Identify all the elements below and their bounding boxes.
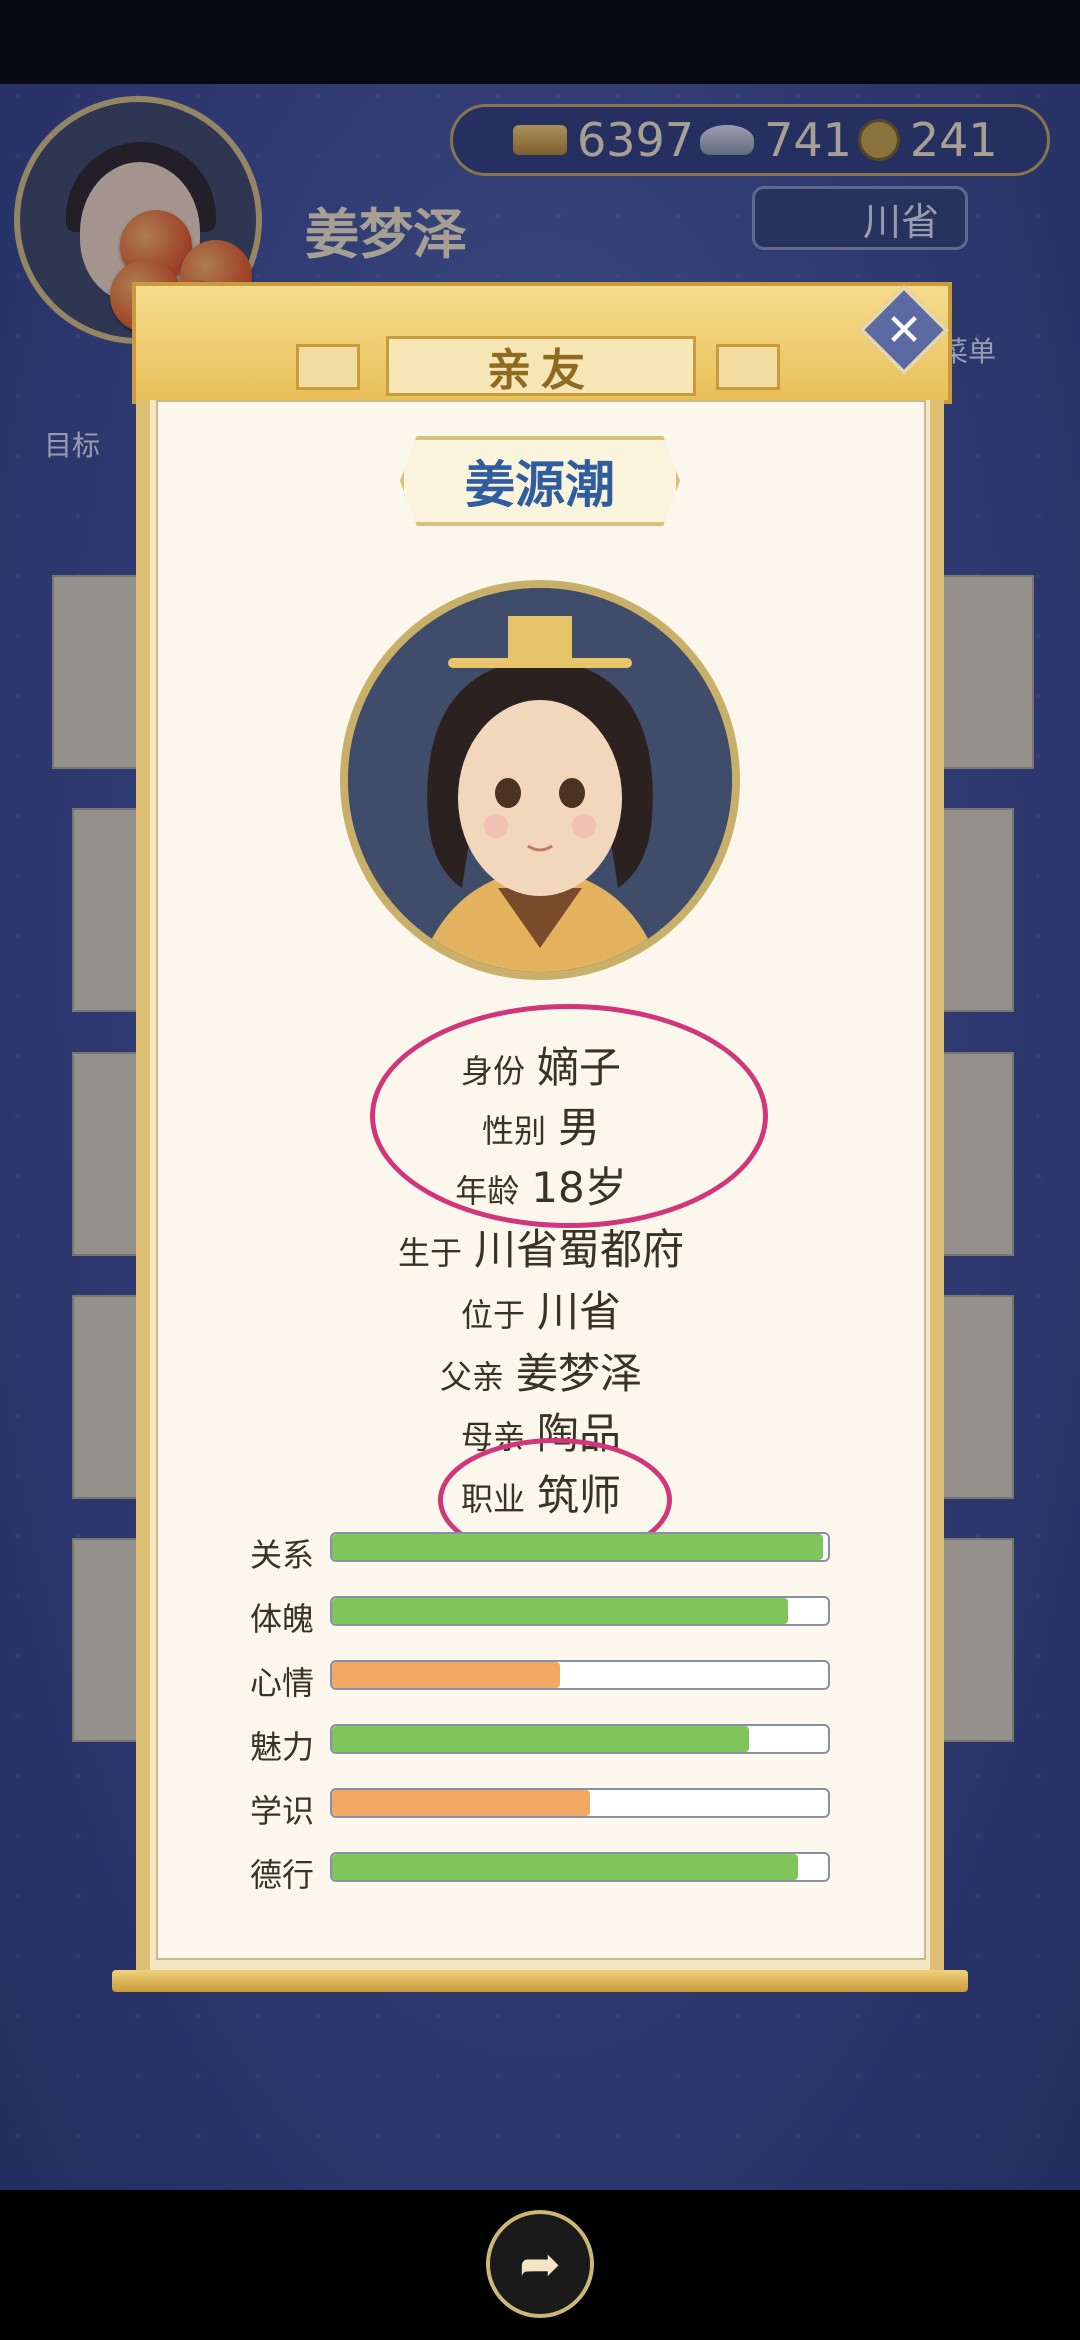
stat-bar-fill	[332, 1534, 824, 1560]
info-value: 川省	[537, 1287, 622, 1336]
person-name: 姜源潮	[465, 456, 615, 514]
info-key: 生于	[397, 1234, 462, 1272]
stat-bar-fill	[332, 1790, 590, 1816]
person-portrait	[340, 580, 740, 980]
info-row-location: 位于 川省	[156, 1278, 926, 1339]
stat-bar-fill	[332, 1598, 789, 1624]
close-icon: ✕	[885, 304, 923, 356]
highlight-circle	[370, 1004, 768, 1228]
info-key: 父亲	[439, 1358, 504, 1396]
stat-label: 关系	[250, 1536, 315, 1574]
stat-bar	[330, 1532, 830, 1562]
scroll-header-ornament	[716, 344, 780, 390]
share-icon: ➦	[519, 2235, 561, 2293]
stat-bar	[330, 1724, 830, 1754]
stat-bar	[330, 1852, 830, 1882]
stat-bar	[330, 1660, 830, 1690]
stat-label: 心情	[250, 1664, 315, 1702]
stat-bar-fill	[332, 1662, 561, 1688]
tab-relatives[interactable]: 亲友	[386, 336, 696, 396]
stat-label: 学识	[250, 1792, 315, 1830]
scroll-header-ornament	[296, 344, 360, 390]
tab-relatives-label: 亲友	[487, 345, 595, 396]
info-value: 姜梦泽	[516, 1349, 643, 1398]
stat-bar-fill	[332, 1726, 749, 1752]
stat-label: 体魄	[250, 1600, 315, 1638]
stat-bar	[330, 1596, 830, 1626]
info-key: 位于	[460, 1296, 525, 1334]
stat-label: 德行	[250, 1856, 315, 1894]
share-button[interactable]: ➦	[486, 2210, 594, 2318]
scroll-bottom-rod	[112, 1970, 968, 1992]
info-row-father: 父亲 姜梦泽	[156, 1340, 926, 1401]
info-value: 川省蜀都府	[474, 1225, 685, 1274]
person-name-plate: 姜源潮	[400, 436, 680, 526]
stat-bar	[330, 1788, 830, 1818]
stat-bar-fill	[332, 1854, 799, 1880]
portrait-illustration	[348, 588, 732, 972]
stat-label: 魅力	[250, 1728, 315, 1766]
